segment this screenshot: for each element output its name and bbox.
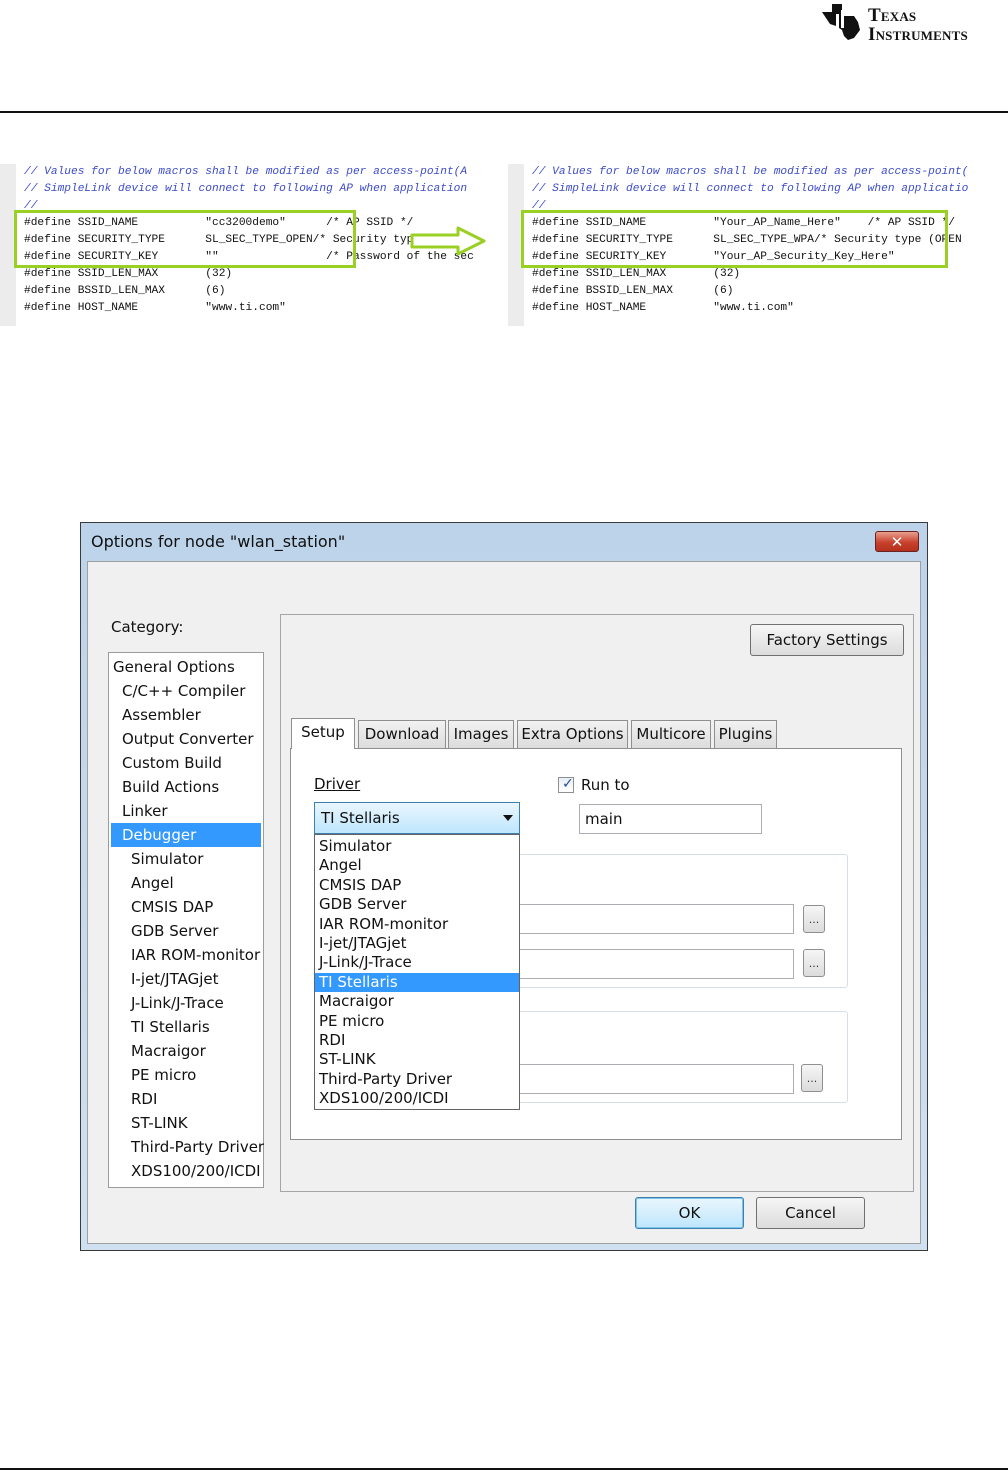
driver-option-pe-micro[interactable]: PE micro: [315, 1012, 519, 1031]
browse-button-1[interactable]: ...: [803, 905, 825, 933]
category-item-output-converter[interactable]: Output Converter: [109, 727, 263, 751]
category-item-angel[interactable]: Angel: [109, 871, 263, 895]
close-icon: ✕: [890, 533, 904, 551]
code-line: #define HOST_NAME "www.ti.com": [532, 302, 794, 314]
code-line: // Values for below macros shall be modi…: [532, 166, 969, 178]
driver-option-cmsis-dap[interactable]: CMSIS DAP: [315, 876, 519, 895]
code-line: #define HOST_NAME "www.ti.com": [24, 302, 286, 314]
driver-option-gdb-server[interactable]: GDB Server: [315, 895, 519, 914]
category-item-cmsis-dap[interactable]: CMSIS DAP: [109, 895, 263, 919]
code-line: // Values for below macros shall be modi…: [24, 166, 468, 178]
driver-label: Driver: [314, 775, 361, 793]
logo-line-2: Instruments: [868, 24, 968, 45]
driver-option-ti-stellaris[interactable]: TI Stellaris: [315, 972, 519, 993]
category-item-c-compiler[interactable]: C/C++ Compiler: [109, 679, 263, 703]
category-item-pe-micro[interactable]: PE micro: [109, 1063, 263, 1087]
ok-button[interactable]: OK: [635, 1197, 744, 1229]
code-line: #define SSID_LEN_MAX (32): [24, 268, 233, 280]
code-line: // SimpleLink device will connect to fol…: [532, 183, 969, 195]
tab-setup[interactable]: Setup: [291, 718, 355, 749]
footer-rule: [0, 1468, 1008, 1470]
driver-option-st-link[interactable]: ST-LINK: [315, 1050, 519, 1069]
browse-button-3[interactable]: ...: [801, 1064, 823, 1092]
driver-select-value: TI Stellaris: [321, 809, 400, 827]
path-input-3[interactable]: [504, 1064, 794, 1094]
highlight-box: [14, 210, 356, 268]
category-item-custom-build[interactable]: Custom Build: [109, 751, 263, 775]
tab-multicore[interactable]: Multicore: [631, 720, 711, 748]
dialog-titlebar[interactable]: Options for node "wlan_station" ✕: [81, 523, 927, 561]
cancel-button[interactable]: Cancel: [756, 1197, 865, 1229]
tab-images[interactable]: Images: [448, 720, 514, 748]
code-line: #define BSSID_LEN_MAX (6): [532, 285, 734, 297]
driver-dropdown-list[interactable]: Simulator Angel CMSIS DAP GDB Server IAR…: [314, 834, 520, 1110]
factory-settings-button[interactable]: Factory Settings: [750, 624, 904, 656]
driver-option-macraigor[interactable]: Macraigor: [315, 992, 519, 1011]
driver-option-j-link[interactable]: J-Link/J-Trace: [315, 953, 519, 972]
category-label: Category:: [111, 618, 184, 636]
category-item-third-party-driver[interactable]: Third-Party Driver: [109, 1135, 264, 1159]
tab-plugins[interactable]: Plugins: [714, 720, 777, 748]
driver-option-i-jet[interactable]: I-jet/JTAGjet: [315, 934, 519, 953]
category-item-assembler[interactable]: Assembler: [109, 703, 263, 727]
category-item-simulator[interactable]: Simulator: [109, 847, 263, 871]
run-to-checkbox[interactable]: ✓: [558, 776, 574, 793]
category-item-i-jet[interactable]: I-jet/JTAGjet: [109, 967, 263, 991]
category-item-linker[interactable]: Linker: [109, 799, 263, 823]
logo-line-1: Texas: [868, 5, 917, 26]
category-item-general-options[interactable]: General Options: [109, 655, 263, 679]
ti-logo: Texas Instruments: [820, 2, 1008, 46]
driver-option-iar-rom-monitor[interactable]: IAR ROM-monitor: [315, 915, 519, 934]
options-dialog: Options for node "wlan_station" ✕ Catego…: [80, 522, 928, 1251]
code-line: #define BSSID_LEN_MAX (6): [24, 285, 226, 297]
category-item-macraigor[interactable]: Macraigor: [109, 1039, 263, 1063]
category-item-build-actions[interactable]: Build Actions: [109, 775, 263, 799]
driver-option-simulator[interactable]: Simulator: [315, 837, 519, 856]
close-button[interactable]: ✕: [875, 531, 919, 552]
category-item-ti-stellaris[interactable]: TI Stellaris: [109, 1015, 263, 1039]
arrow-right-icon: [410, 226, 486, 256]
code-after-panel: // Values for below macros shall be modi…: [508, 164, 1008, 326]
category-item-debugger[interactable]: Debugger: [111, 823, 261, 847]
category-item-iar-rom-monitor[interactable]: IAR ROM-monitor: [109, 943, 263, 967]
driver-select[interactable]: TI Stellaris: [314, 802, 520, 834]
run-to-label: Run to: [581, 776, 630, 794]
driver-option-angel[interactable]: Angel: [315, 856, 519, 875]
category-item-j-link[interactable]: J-Link/J-Trace: [109, 991, 263, 1015]
checkmark-icon: ✓: [562, 776, 574, 792]
texas-state-logo-icon: [822, 4, 860, 40]
tab-download[interactable]: Download: [358, 720, 446, 748]
header-rule: [0, 111, 1008, 113]
driver-option-xds100[interactable]: XDS100/200/ICDI: [315, 1089, 519, 1108]
code-line: #define SSID_LEN_MAX (32): [532, 268, 741, 280]
category-item-xds100[interactable]: XDS100/200/ICDI: [109, 1159, 263, 1183]
dialog-client: Category: General Options C/C++ Compiler…: [87, 561, 921, 1244]
category-list[interactable]: General Options C/C++ Compiler Assembler…: [108, 652, 264, 1188]
tab-extra-options[interactable]: Extra Options: [517, 720, 628, 748]
highlight-box: [521, 210, 948, 268]
code-line: // SimpleLink device will connect to fol…: [24, 183, 468, 195]
category-item-gdb-server[interactable]: GDB Server: [109, 919, 263, 943]
path-input-1[interactable]: [504, 904, 794, 934]
driver-option-third-party-driver[interactable]: Third-Party Driver: [315, 1070, 519, 1089]
run-to-input[interactable]: main: [579, 804, 762, 834]
path-input-2[interactable]: [504, 949, 794, 979]
dialog-title: Options for node "wlan_station": [91, 532, 346, 551]
category-item-st-link[interactable]: ST-LINK: [109, 1111, 263, 1135]
category-item-rdi[interactable]: RDI: [109, 1087, 263, 1111]
run-to-value: main: [585, 810, 623, 828]
browse-button-2[interactable]: ...: [803, 949, 825, 977]
driver-option-rdi[interactable]: RDI: [315, 1031, 519, 1050]
chevron-down-icon: [503, 815, 513, 821]
